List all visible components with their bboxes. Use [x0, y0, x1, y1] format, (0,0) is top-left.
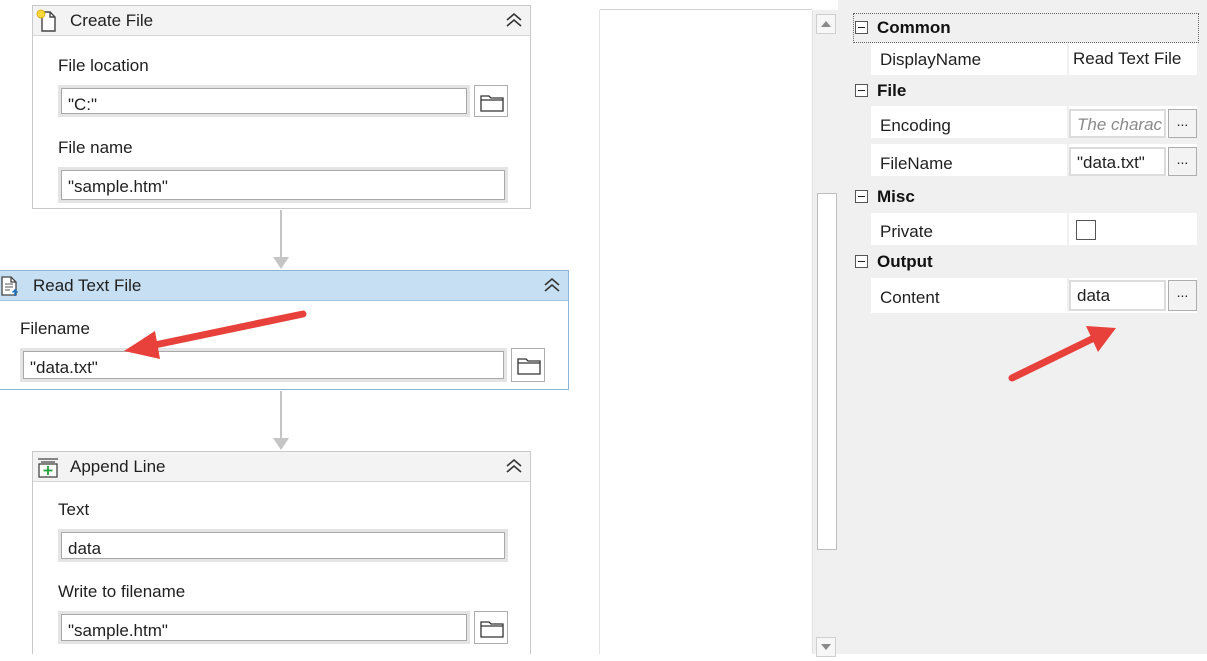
category-common[interactable]: Common	[850, 13, 1200, 43]
category-misc[interactable]: Misc	[850, 182, 1200, 212]
flow-connector	[280, 391, 282, 439]
prop-filename-label: FileName	[880, 154, 953, 173]
scroll-down-button[interactable]	[816, 637, 836, 657]
filename-input[interactable]: "data.txt"	[20, 348, 507, 382]
collapse-minus-icon[interactable]	[855, 190, 868, 203]
category-common-label: Common	[877, 18, 951, 37]
folder-icon	[517, 358, 541, 375]
scroll-thumb[interactable]	[817, 193, 837, 550]
scroll-up-button[interactable]	[816, 14, 836, 34]
folder-icon	[480, 95, 504, 112]
create-file-title: Create File	[70, 11, 154, 30]
collapse-minus-icon[interactable]	[855, 21, 868, 34]
text-input[interactable]: data	[58, 529, 508, 562]
prop-private-label: Private	[880, 222, 933, 241]
prop-row-private[interactable]: Private	[871, 213, 1197, 246]
browse-folder-button[interactable]	[474, 611, 508, 644]
double-chevron-up-icon[interactable]	[542, 275, 562, 295]
write-to-filename-label: Write to filename	[58, 582, 186, 601]
read-text-file-activity[interactable]: Read Text File Filename "data.txt"	[0, 270, 569, 390]
triangle-down-icon	[821, 644, 831, 650]
prop-row-filename[interactable]: FileName "data.txt" ...	[871, 144, 1197, 177]
canvas-top-border	[600, 9, 812, 10]
workflow-designer: Create File File location "C:" File name…	[0, 0, 812, 654]
prop-displayname-value[interactable]: Read Text File	[1069, 45, 1195, 74]
category-file-label: File	[877, 81, 907, 100]
designer-vertical-scrollbar[interactable]	[812, 10, 838, 657]
read-text-file-header[interactable]: Read Text File	[0, 271, 568, 301]
prop-encoding-label: Encoding	[880, 116, 951, 135]
double-chevron-up-icon[interactable]	[504, 456, 524, 476]
prop-row-encoding[interactable]: Encoding The charac ...	[871, 106, 1197, 139]
category-output[interactable]: Output	[850, 247, 1200, 277]
prop-content-input[interactable]: data	[1069, 280, 1166, 311]
file-name-input[interactable]: "sample.htm"	[58, 167, 508, 203]
file-location-input[interactable]: "C:"	[58, 85, 470, 117]
read-text-file-title: Read Text File	[33, 276, 142, 295]
append-line-icon	[38, 458, 58, 478]
filename-label: Filename	[20, 319, 90, 338]
text-label: Text	[58, 500, 90, 519]
prop-displayname-label: DisplayName	[880, 50, 982, 69]
collapse-minus-icon[interactable]	[855, 255, 868, 268]
category-misc-label: Misc	[877, 187, 915, 206]
browse-file-button[interactable]	[511, 348, 545, 382]
canvas-divider	[599, 10, 600, 654]
write-to-filename-input[interactable]: "sample.htm"	[58, 611, 470, 644]
collapse-minus-icon[interactable]	[855, 84, 868, 97]
prop-row-content[interactable]: Content data ...	[871, 278, 1197, 314]
triangle-up-icon	[821, 21, 831, 27]
flow-arrowhead	[273, 438, 289, 450]
prop-content-label: Content	[880, 288, 940, 307]
prop-separator	[1067, 213, 1069, 246]
private-checkbox[interactable]	[1076, 220, 1096, 240]
double-chevron-up-icon[interactable]	[504, 10, 524, 30]
category-output-label: Output	[877, 252, 933, 271]
new-file-icon	[36, 9, 56, 32]
category-file[interactable]: File	[850, 76, 1200, 106]
prop-filename-input[interactable]: "data.txt"	[1069, 147, 1166, 176]
folder-icon	[480, 621, 504, 638]
prop-encoding-input[interactable]: The charac	[1069, 109, 1166, 138]
filename-ellipsis-button[interactable]: ...	[1168, 147, 1197, 176]
panel-splitter[interactable]	[838, 0, 850, 654]
append-line-activity[interactable]: Append Line Text data Write to filename …	[32, 451, 531, 654]
properties-panel: Common DisplayName Read Text File File E…	[850, 0, 1207, 654]
append-line-title: Append Line	[70, 457, 166, 476]
encoding-ellipsis-button[interactable]: ...	[1168, 109, 1197, 138]
create-file-activity[interactable]: Create File File location "C:" File name…	[32, 5, 531, 209]
content-ellipsis-button[interactable]: ...	[1168, 280, 1197, 311]
browse-folder-button[interactable]	[474, 85, 508, 117]
prop-row-displayname[interactable]: DisplayName Read Text File	[871, 43, 1197, 76]
file-name-label: File name	[58, 138, 133, 157]
flow-arrowhead	[273, 257, 289, 269]
read-file-icon	[1, 276, 19, 296]
file-location-label: File location	[58, 56, 149, 75]
flow-connector	[280, 210, 282, 258]
create-file-header[interactable]: Create File	[33, 6, 530, 36]
append-line-header[interactable]: Append Line	[33, 452, 530, 482]
